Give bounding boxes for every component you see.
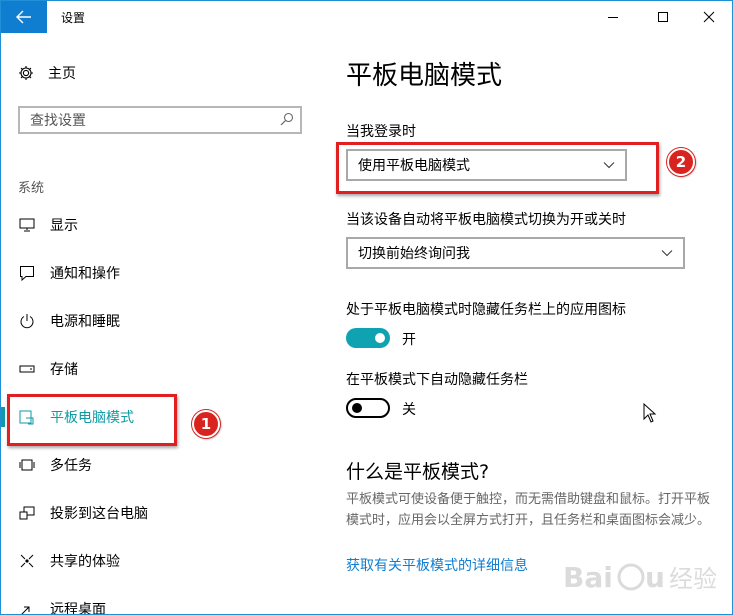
switch-dropdown-value: 切换前始终询问我 (358, 246, 470, 262)
sidebar-item-storage[interactable]: 存储 (1, 349, 323, 389)
back-button[interactable] (1, 1, 47, 33)
sidebar-item-label: 通知和操作 (50, 266, 120, 282)
maximize-button[interactable] (640, 1, 686, 33)
sidebar-item-label: 存储 (50, 362, 78, 378)
hide-icons-toggle[interactable] (346, 328, 390, 348)
what-is-tablet-mode-heading: 什么是平板模式? (346, 461, 490, 483)
sidebar-item-multitasking[interactable]: 多任务 (1, 445, 323, 485)
chevron-down-icon (661, 250, 673, 257)
toggle-knob (375, 333, 385, 343)
annotation-box-2 (336, 142, 659, 194)
minimize-icon (608, 17, 618, 18)
toggle-knob (352, 403, 362, 413)
tablet-mode-description: 平板模式可使设备便于触控，而无需借助键盘和鼠标。打开平板模式时，应用会以全屏方式… (346, 492, 711, 528)
svg-text:经验: 经验 (669, 565, 717, 593)
signin-label: 当我登录时 (346, 124, 416, 140)
baidu-watermark-logo: Bai u 经验 (561, 549, 731, 609)
remote-desktop-icon (18, 600, 36, 614)
sidebar-item-remote-desktop[interactable]: 远程桌面 (1, 589, 323, 615)
switch-dropdown[interactable]: 切换前始终询问我 (346, 237, 685, 269)
window-title: 设置 (61, 11, 86, 25)
svg-text:u: u (645, 561, 665, 594)
maximize-icon (658, 12, 668, 22)
sidebar-item-label: 多任务 (50, 458, 92, 474)
sidebar-item-label: 远程桌面 (50, 602, 106, 615)
close-button[interactable] (686, 1, 732, 33)
section-label-system: 系统 (18, 181, 45, 196)
svg-text:Bai: Bai (563, 561, 613, 594)
sidebar-item-shared-experiences[interactable]: 共享的体验 (1, 541, 323, 581)
close-icon (703, 11, 715, 23)
settings-window: 设置 主页 系统 (0, 0, 733, 615)
back-arrow-icon (16, 10, 31, 24)
sidebar-item-power[interactable]: 电源和睡眠 (1, 301, 323, 341)
hide-icons-label: 处于平板电脑模式时隐藏任务栏上的应用图标 (346, 302, 626, 318)
power-icon (18, 312, 36, 330)
sidebar: 主页 系统 显示 通知和操作 电源和睡眠 (1, 33, 323, 614)
mouse-cursor-icon (643, 403, 657, 423)
monitor-icon (18, 216, 36, 234)
hide-icons-state: 开 (402, 332, 416, 348)
page-title: 平板电脑模式 (346, 61, 503, 91)
sidebar-item-label: 电源和睡眠 (50, 314, 120, 330)
notification-icon (18, 264, 36, 282)
active-indicator (1, 407, 5, 427)
sidebar-item-label: 投影到这台电脑 (50, 506, 148, 522)
home-label: 主页 (48, 66, 76, 82)
minimize-button[interactable] (590, 1, 636, 33)
project-icon (18, 504, 36, 522)
annotation-box-1 (7, 394, 177, 446)
search-box[interactable] (18, 106, 302, 134)
annotation-badge-2: 2 (667, 148, 695, 176)
search-input[interactable] (28, 112, 272, 130)
home-nav[interactable]: 主页 (18, 63, 76, 83)
sidebar-item-notifications[interactable]: 通知和操作 (1, 253, 323, 293)
title-bar: 设置 (1, 1, 732, 33)
shared-experience-icon (18, 552, 36, 570)
sidebar-item-label: 共享的体验 (50, 554, 120, 570)
sidebar-item-display[interactable]: 显示 (1, 205, 323, 245)
hide-taskbar-state: 关 (402, 402, 416, 418)
sidebar-item-project[interactable]: 投影到这台电脑 (1, 493, 323, 533)
gear-icon (19, 66, 33, 80)
storage-icon (18, 360, 36, 378)
switch-label: 当该设备自动将平板电脑模式切换为开或关时 (346, 212, 626, 228)
annotation-badge-1: 1 (192, 410, 220, 438)
multitasking-icon (18, 456, 36, 474)
hide-taskbar-toggle[interactable] (346, 398, 390, 418)
search-icon (280, 112, 294, 126)
sidebar-item-label: 显示 (50, 218, 78, 234)
learn-more-link[interactable]: 获取有关平板模式的详细信息 (346, 555, 528, 575)
hide-taskbar-label: 在平板模式下自动隐藏任务栏 (346, 372, 528, 388)
main-panel: 平板电脑模式 当我登录时 使用平板电脑模式 当该设备自动将平板电脑模式切换为开或… (323, 33, 732, 614)
